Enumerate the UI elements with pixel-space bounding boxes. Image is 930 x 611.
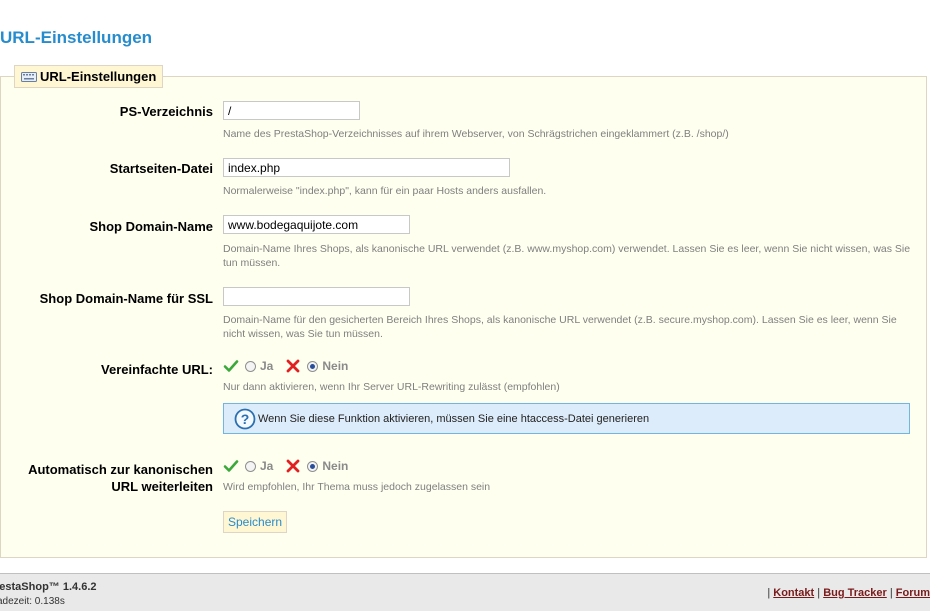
- footer-load-time: adezeit: 0.138s: [0, 596, 65, 607]
- footer-link-contact[interactable]: Kontakt: [773, 587, 814, 599]
- canonical-redirect-no-radio[interactable]: [307, 460, 319, 472]
- disabled-cross-icon: [285, 458, 301, 474]
- footer: restaShop™ 1.4.6.2 adezeit: 0.138s | Kon…: [0, 573, 930, 611]
- enabled-check-icon: [223, 358, 239, 374]
- index-file-hint: Normalerweise "index.php", kann für ein …: [223, 185, 547, 197]
- enabled-check-icon: [223, 458, 239, 474]
- canonical-redirect-hint: Wird empfohlen, Ihr Thema muss jedoch zu…: [223, 481, 491, 493]
- canonical-redirect-options: Ja Nein: [223, 458, 348, 474]
- friendly-url-yes-label[interactable]: Ja: [260, 359, 273, 373]
- domain-input[interactable]: [223, 215, 410, 234]
- htaccess-info-box: ? Wenn Sie diese Funktion aktivieren, mü…: [223, 403, 910, 434]
- help-icon: ?: [234, 408, 256, 430]
- disabled-cross-icon: [285, 358, 301, 374]
- info-text: Wenn Sie diese Funktion aktivieren, müss…: [258, 412, 494, 425]
- domain-ssl-hint: Domain-Name für den gesicherten Bereich …: [223, 314, 897, 340]
- domain-ssl-label: Shop Domain-Name für SSL: [39, 291, 213, 306]
- footer-link-bug-tracker[interactable]: Bug Tracker: [823, 587, 887, 599]
- friendly-url-options: Ja Nein: [223, 358, 348, 374]
- footer-separator: |: [889, 587, 893, 599]
- ps-dir-input[interactable]: [223, 101, 360, 120]
- save-button[interactable]: Speichern: [223, 511, 288, 533]
- keyboard-icon: [21, 71, 37, 83]
- canonical-redirect-label-line2: URL weiterleiten: [111, 479, 213, 494]
- friendly-url-hint: Nur dann aktivieren, wenn Ihr Server URL…: [223, 381, 560, 393]
- footer-link-forum[interactable]: Forum: [896, 587, 930, 599]
- canonical-redirect-no-label[interactable]: Nein: [322, 459, 348, 473]
- friendly-url-yes-radio[interactable]: [245, 360, 256, 372]
- ps-dir-label: PS-Verzeichnis: [119, 104, 213, 119]
- friendly-url-no-label[interactable]: Nein: [322, 359, 348, 373]
- canonical-redirect-yes-radio[interactable]: [245, 460, 256, 472]
- htaccess-link[interactable]: eine htaccess-Datei generieren: [497, 413, 649, 425]
- domain-label: Shop Domain-Name: [89, 219, 213, 234]
- svg-text:?: ?: [241, 411, 250, 427]
- fieldset-legend-label: URL-Einstellungen: [40, 69, 157, 84]
- page-title: URL-Einstellungen: [0, 28, 153, 47]
- ps-dir-hint: Name des PrestaShop-Verzeichnisses auf i…: [223, 128, 729, 140]
- canonical-redirect-yes-label[interactable]: Ja: [260, 459, 273, 473]
- friendly-url-no-radio[interactable]: [307, 360, 319, 372]
- fieldset-legend: URL-Einstellungen: [14, 65, 164, 88]
- friendly-url-label: Vereinfachte URL:: [101, 362, 213, 377]
- footer-separator: |: [767, 587, 771, 599]
- index-file-label: Startseiten-Datei: [109, 161, 213, 176]
- index-file-input[interactable]: [223, 158, 510, 177]
- footer-version: restaShop™ 1.4.6.2: [0, 581, 97, 593]
- footer-separator: |: [817, 587, 821, 599]
- domain-ssl-input[interactable]: [223, 287, 410, 306]
- footer-links: | Kontakt | Bug Tracker | Forum: [767, 587, 930, 599]
- domain-hint: Domain-Name Ihres Shops, als kanonische …: [223, 243, 911, 269]
- canonical-redirect-label-line1: Automatisch zur kanonischen: [28, 462, 213, 477]
